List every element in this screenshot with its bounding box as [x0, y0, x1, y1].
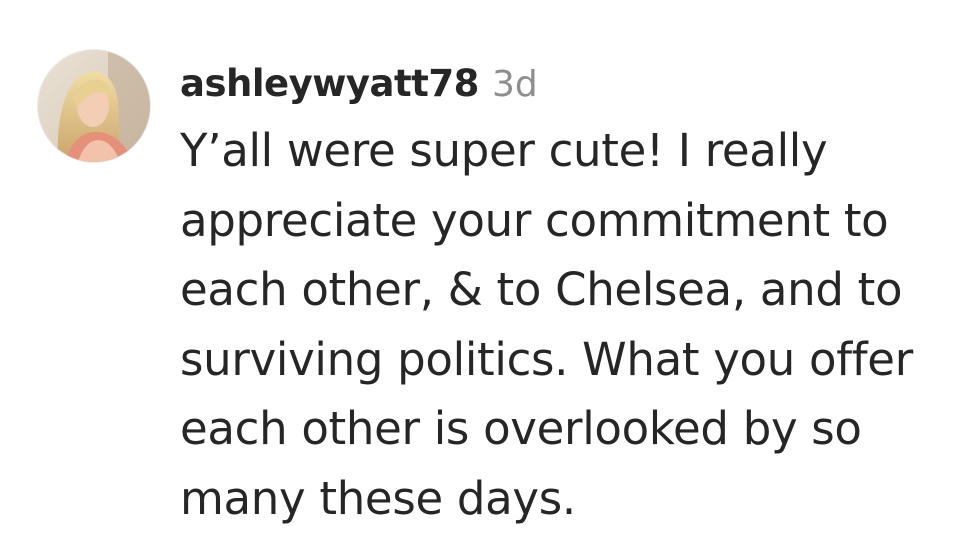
- username-link[interactable]: ashleywyatt78: [180, 62, 479, 105]
- comment-age[interactable]: 3d: [492, 64, 538, 105]
- comment-text: Y’all were super cute! I really apprecia…: [180, 124, 913, 525]
- comment: ashleywyatt78 3d Y’all were super cute! …: [0, 0, 980, 560]
- avatar[interactable]: [38, 50, 150, 162]
- avatar-photo-icon: [38, 50, 150, 162]
- comment-body: ashleywyatt78 3d Y’all were super cute! …: [180, 56, 970, 533]
- comment-meta: ashleywyatt78 3d: [180, 56, 970, 112]
